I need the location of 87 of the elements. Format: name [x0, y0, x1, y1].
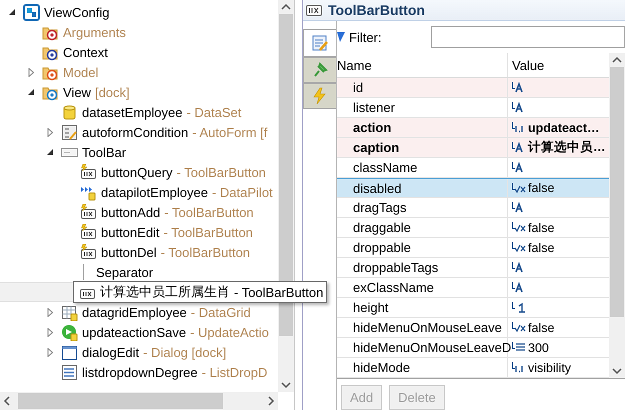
- tree-item[interactable]: 计算选中员工所属生肖: [100, 283, 230, 301]
- tree-item[interactable]: listdropdownDegree: [82, 364, 198, 380]
- property-name: listener: [337, 98, 508, 117]
- button-icon: [306, 4, 322, 16]
- tree-item[interactable]: datagridEmployee: [82, 304, 187, 320]
- tree-item[interactable]: autoformCondition: [82, 124, 188, 140]
- property-name: draggable: [337, 218, 508, 237]
- tree-item-type: - ListDropD: [202, 364, 268, 380]
- tree-item[interactable]: updateactionSave: [82, 324, 186, 340]
- tree-item-type: - ToolBarButton: [164, 224, 253, 240]
- filter-label: Filter:: [349, 30, 382, 44]
- expander-icon[interactable]: [8, 8, 16, 16]
- scrollbar[interactable]: [0, 392, 278, 410]
- property-name: height: [337, 298, 508, 317]
- checkmark-type-icon: [512, 222, 526, 233]
- property-name: action: [337, 118, 508, 137]
- grid-icon: [61, 304, 78, 320]
- pin-icon[interactable]: [303, 57, 336, 83]
- property-value[interactable]: false: [528, 181, 554, 195]
- button-icon: [80, 244, 97, 260]
- tree-item[interactable]: ToolBar: [82, 144, 126, 160]
- column-header[interactable]: Value: [508, 58, 609, 72]
- button-icon: [80, 224, 97, 240]
- refresh-icon: [61, 324, 78, 340]
- property-name: id: [337, 78, 508, 97]
- property-value[interactable]: false: [528, 320, 554, 334]
- edit-icon[interactable]: [303, 29, 336, 57]
- property-name: disabled: [337, 179, 508, 197]
- tree-item-type: - UpdateActio: [190, 324, 269, 340]
- tree-item[interactable]: Context: [63, 44, 108, 60]
- expander-icon[interactable]: [26, 88, 36, 96]
- tree-item[interactable]: Separator: [96, 264, 154, 280]
- property-row[interactable]: caption 计算选中员…: [337, 138, 609, 158]
- panel-title: ToolBarButton: [328, 2, 425, 18]
- checkmark-type-icon: [512, 242, 526, 253]
- property-name: exClassName: [337, 278, 508, 297]
- form-icon: [61, 124, 78, 140]
- column-header[interactable]: Name: [337, 53, 508, 77]
- tree-item-type: - ToolBarButton: [176, 164, 266, 180]
- tree-item[interactable]: datasetEmployee: [82, 104, 182, 120]
- tree-item[interactable]: buttonDel: [101, 244, 157, 260]
- database-icon: [61, 104, 78, 120]
- tree-item[interactable]: buttonAdd: [101, 204, 160, 220]
- tree-item[interactable]: buttonEdit: [101, 224, 160, 240]
- scrollbar[interactable]: [609, 53, 625, 378]
- property-name: className: [337, 158, 508, 177]
- property-name: caption: [337, 138, 508, 157]
- tree-item-type: - DataSet: [186, 104, 242, 120]
- tree-item-type: - ToolBarButton: [234, 284, 324, 300]
- filter-field[interactable]: [431, 26, 625, 48]
- property-name: hideMode: [337, 358, 508, 377]
- property-row[interactable]: id: [337, 78, 609, 98]
- tree-item[interactable]: datapilotEmployee: [101, 184, 208, 200]
- tree-item-type: - ToolBarButton: [160, 244, 250, 260]
- checkmark-type-icon: [512, 182, 526, 194]
- tree-item[interactable]: buttonQuery: [101, 164, 173, 180]
- property-name: dragTags: [337, 198, 508, 217]
- property-value[interactable]: 计算选中员…: [528, 139, 606, 156]
- separator-icon: [82, 264, 85, 280]
- list-type-icon: [512, 342, 526, 353]
- property-row[interactable]: action updateact…: [337, 118, 609, 138]
- tree-item-type: - ToolBarButton: [164, 204, 254, 220]
- property-value[interactable]: false: [528, 240, 554, 254]
- expander-icon[interactable]: [46, 148, 54, 156]
- number-type-icon: [512, 302, 526, 313]
- tree-item-type: - AutoForm [f: [192, 124, 268, 140]
- button-icon: [80, 164, 97, 180]
- tree-item-type: - DataGrid: [190, 304, 251, 320]
- property-name: droppableTags: [337, 258, 508, 277]
- tree-item[interactable]: View: [63, 84, 91, 100]
- tree-item-type: - DataPilot: [212, 184, 273, 200]
- property-row[interactable]: disabled false: [337, 178, 609, 198]
- window-icon: [61, 344, 78, 360]
- property-value[interactable]: 300: [528, 340, 549, 354]
- button-icon: [80, 204, 97, 220]
- tree-item[interactable]: dialogEdit: [82, 344, 140, 360]
- checkmark-type-icon: [512, 322, 526, 333]
- list-icon: [61, 364, 78, 380]
- property-name: droppable: [337, 238, 508, 257]
- tree-item-note: [dock]: [94, 84, 130, 100]
- tree-item-type: - Dialog [dock]: [143, 344, 226, 360]
- property-value[interactable]: false: [528, 220, 554, 234]
- property-value[interactable]: updateact…: [528, 120, 600, 134]
- tree-item[interactable]: ViewConfig: [44, 4, 110, 20]
- property-value[interactable]: visibility: [528, 360, 572, 374]
- property-name: hideMenuOnMouseLeave: [337, 318, 508, 337]
- window-icon: [23, 4, 40, 20]
